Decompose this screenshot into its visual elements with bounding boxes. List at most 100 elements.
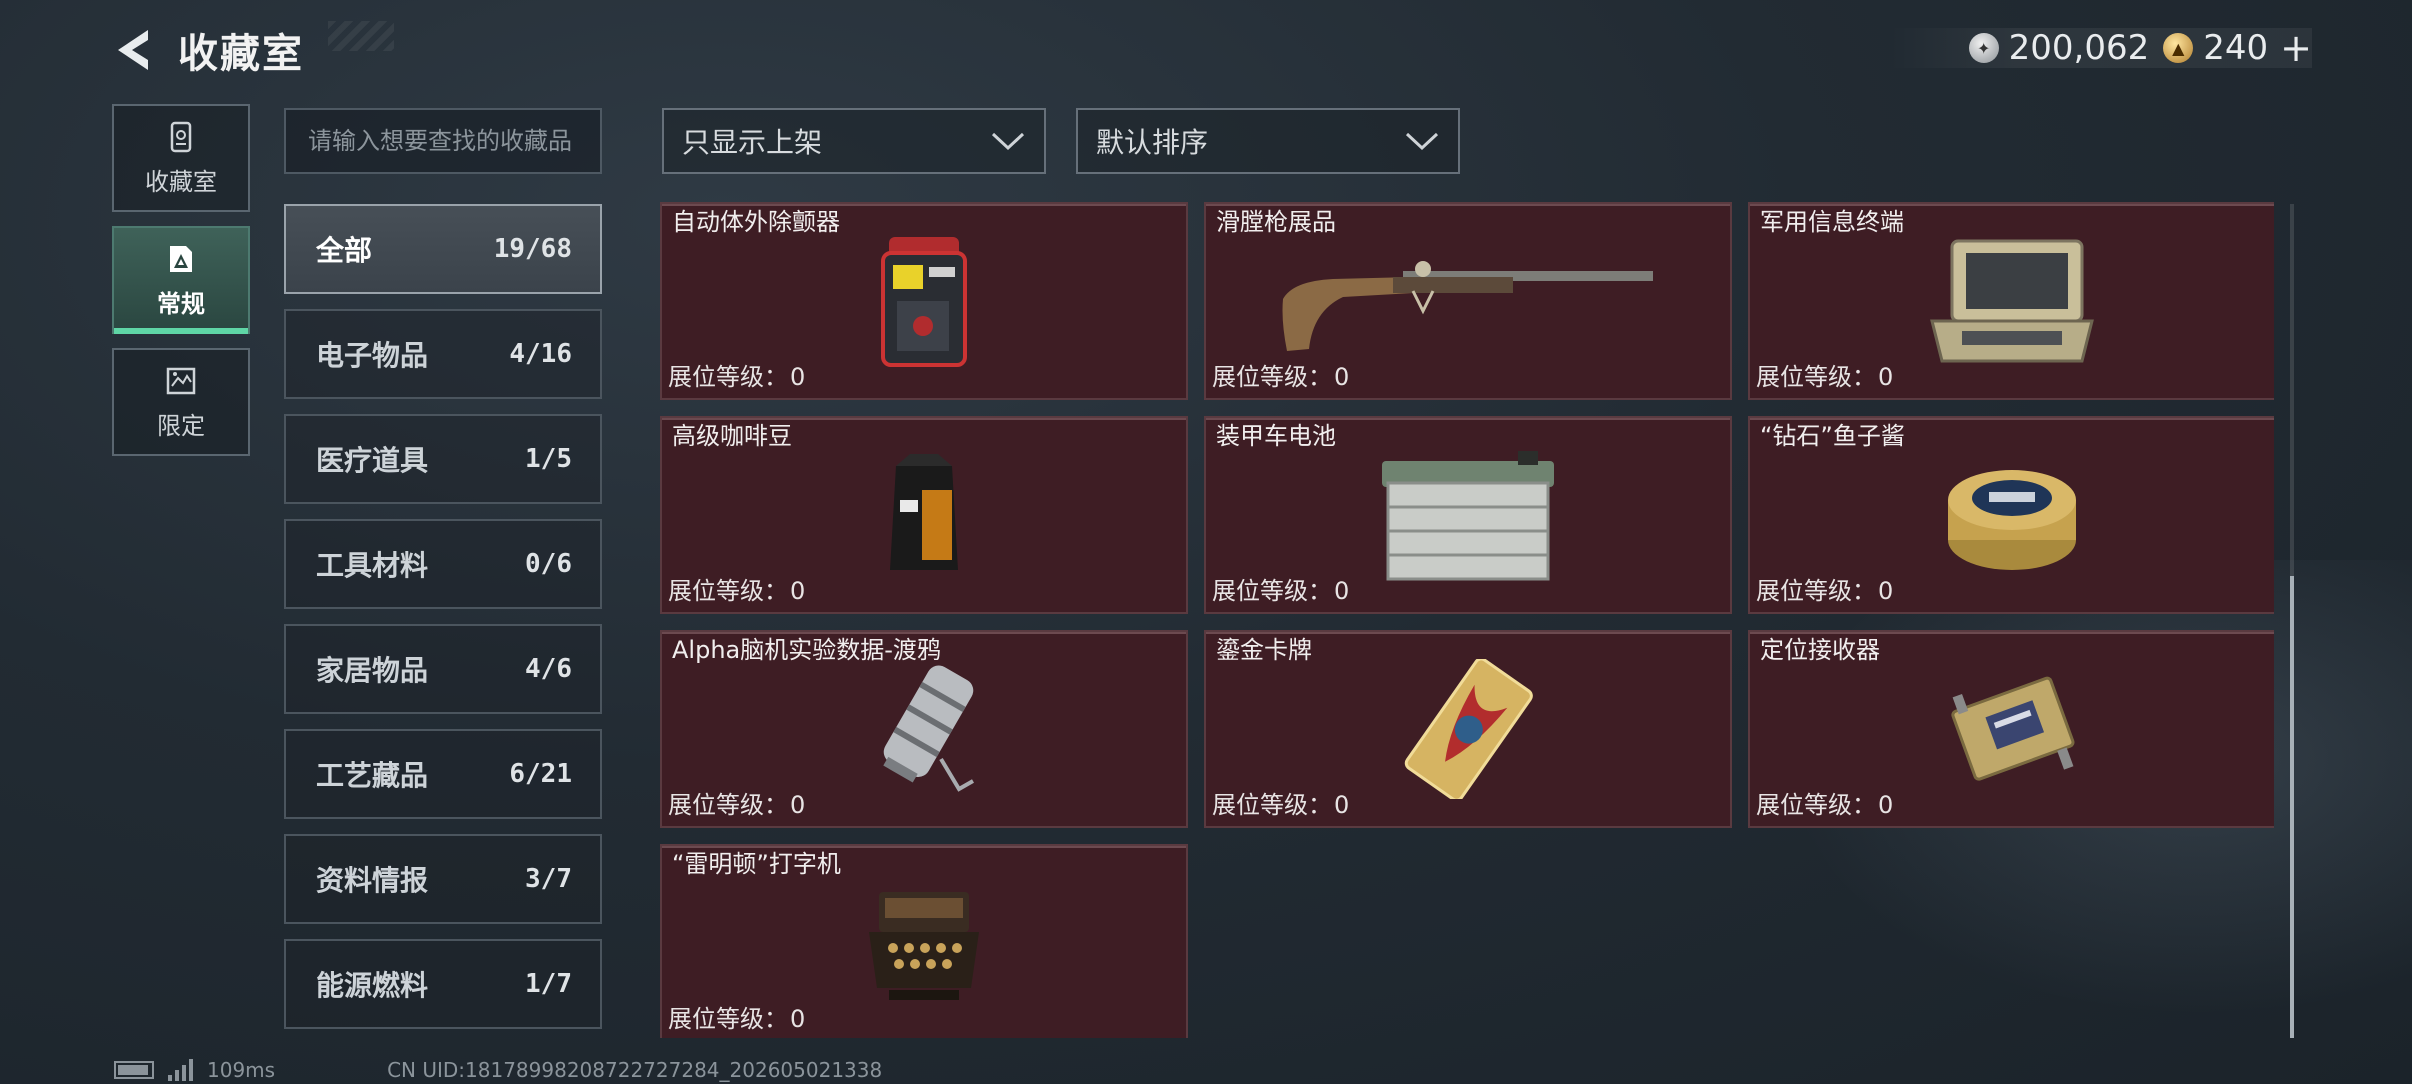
category-electronics[interactable]: 电子物品 4/16 [284,309,602,399]
booth-level-value: 0 [1334,577,1350,605]
item-name: “钻石”鱼子酱 [1760,422,1905,450]
search-input[interactable] [284,108,602,174]
booth-level-value: 0 [1878,791,1894,819]
category-name: 医疗道具 [316,444,429,477]
item-name: 军用信息终端 [1760,208,1904,236]
item-card[interactable]: 军用信息终端 展位等级：0 [1748,202,2274,400]
display-filter-dropdown[interactable]: 只显示上架 [662,108,1046,174]
rail-item-regular[interactable]: 常规 [112,226,250,334]
item-name: 装甲车电池 [1216,422,1336,450]
battery-icon [1382,451,1554,581]
booth-level-value: 0 [790,791,806,819]
item-name: 自动体外除颤器 [672,208,840,236]
category-name: 电子物品 [316,339,429,372]
booth-level: 展位等级：0 [666,357,805,392]
booth-level: 展位等级：0 [1210,785,1349,820]
booth-level-label: 展位等级： [1212,791,1332,819]
item-name: 定位接收器 [1760,636,1880,664]
musket-icon [1282,261,1653,351]
silver-coin-icon: ✦ [1968,33,1999,63]
rail-item-limited[interactable]: 限定 [112,348,250,456]
item-name: 高级咖啡豆 [672,422,792,450]
defibrillator-icon [881,237,967,367]
rail-item-label: 收藏室 [145,167,217,196]
booth-level-label: 展位等级： [668,791,788,819]
item-grid: 自动体外除颤器 展位等级：0 滑膛枪展品 展位等级：0 军用信息终端 展位等级：… [660,202,2274,1038]
booth-level-value: 0 [1878,363,1894,391]
battery-icon [114,1061,154,1079]
category-name: 工具材料 [316,549,429,582]
category-name: 工艺藏品 [316,759,429,792]
category-count: 1/5 [525,444,572,474]
sort-dropdown[interactable]: 默认排序 [1076,108,1460,174]
booth-level: 展位等级：0 [1754,571,1893,606]
back-button[interactable] [110,26,158,74]
caviar-tin-icon [1948,470,2076,570]
left-rail: 收藏室 常规 限定 [112,104,250,470]
booth-level-label: 展位等级： [1756,363,1876,391]
item-card[interactable]: 自动体外除颤器 展位等级：0 [660,202,1188,400]
booth-level-label: 展位等级： [668,363,788,391]
category-energy[interactable]: 能源燃料 1/7 [284,939,602,1029]
back-arrow-icon [118,30,148,70]
gold-card-icon [1404,659,1533,799]
item-card[interactable]: 装甲车电池 展位等级：0 [1204,416,1732,614]
booth-level-label: 展位等级： [1756,577,1876,605]
category-count: 3/7 [525,864,572,894]
chevron-down-icon [991,132,1025,151]
booth-level: 展位等级：0 [666,785,805,820]
booth-level-value: 0 [1334,363,1350,391]
add-currency-button[interactable]: + [2280,26,2312,70]
signal-icon [168,1059,193,1081]
booth-level-label: 展位等级： [1212,577,1332,605]
uid-text: CN UID:18178998208722727284_202605021338 [387,1058,883,1082]
category-tools[interactable]: 工具材料 0/6 [284,519,602,609]
latency-text: 109ms [207,1058,276,1082]
item-card[interactable]: 高级咖啡豆 展位等级：0 [660,416,1188,614]
category-all[interactable]: 全部 19/68 [284,204,602,294]
rail-item-archive[interactable]: 收藏室 [112,104,250,212]
item-card[interactable]: Alpha脑机实验数据-渡鸦 展位等级：0 [660,630,1188,828]
data-canister-icon [883,665,974,792]
category-count: 19/68 [493,234,572,264]
receiver-icon [1951,676,2075,781]
silver-amount: 200,062 [2008,28,2150,68]
booth-level-value: 0 [790,363,806,391]
category-name: 全部 [316,234,373,267]
item-card[interactable]: 滑膛枪展品 展位等级：0 [1204,202,1732,400]
booth-level: 展位等级：0 [666,571,805,606]
booth-level: 展位等级：0 [1754,785,1893,820]
currency-bar: ✦ 200,062 ▲ 240 + [1888,26,2312,70]
silver-currency: ✦ 200,062 [1968,28,2150,68]
gold-amount: 240 [2203,28,2269,68]
booth-level: 展位等级：0 [1754,357,1893,392]
booth-level: 展位等级：0 [1210,357,1349,392]
item-name: 鎏金卡牌 [1216,636,1312,664]
category-crafts[interactable]: 工艺藏品 6/21 [284,729,602,819]
top-bar: 收藏室 [110,20,394,80]
category-count: 0/6 [525,549,572,579]
category-name: 能源燃料 [316,969,429,1002]
item-card[interactable]: “钻石”鱼子酱 展位等级：0 [1748,416,2274,614]
scrollbar-thumb[interactable] [2290,576,2294,1038]
category-intel[interactable]: 资料情报 3/7 [284,834,602,924]
category-home[interactable]: 家居物品 4/6 [284,624,602,714]
typewriter-icon [869,892,979,1000]
military-terminal-icon [1930,239,2094,363]
booth-level-value: 0 [1334,791,1350,819]
booth-level-label: 展位等级： [1756,791,1876,819]
booth-level-value: 0 [790,577,806,605]
archive-icon [170,121,192,152]
category-list: 全部 19/68 电子物品 4/16 医疗道具 1/5 工具材料 0/6 家居物… [284,204,602,1044]
scrollbar[interactable] [2290,204,2294,1038]
category-medical[interactable]: 医疗道具 1/5 [284,414,602,504]
item-card[interactable]: 鎏金卡牌 展位等级：0 [1204,630,1732,828]
display-filter-value: 只显示上架 [682,126,823,159]
category-count: 6/21 [509,759,572,789]
item-card[interactable]: 定位接收器 展位等级：0 [1748,630,2274,828]
item-card[interactable]: “雷明顿”打字机 展位等级：0 [660,844,1188,1038]
booth-level-value: 0 [790,1005,806,1033]
booth-level: 展位等级：0 [666,999,805,1034]
limited-icon [166,367,196,394]
gold-coin-icon: ▲ [2163,33,2194,63]
